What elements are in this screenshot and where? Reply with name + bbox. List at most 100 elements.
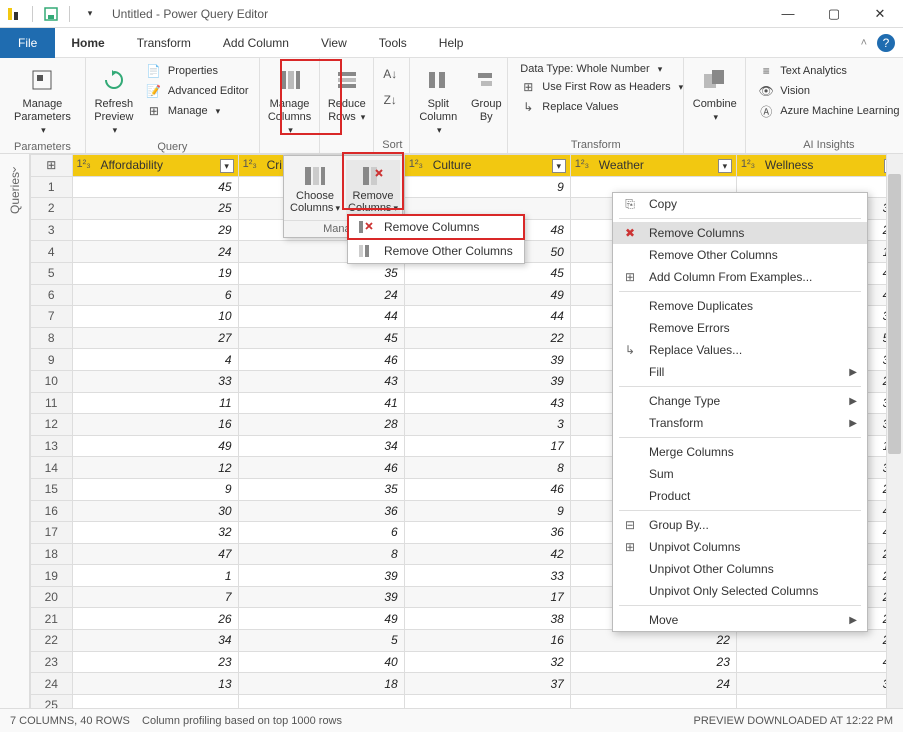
- cell[interactable]: 49: [404, 284, 570, 306]
- row-number[interactable]: 14: [31, 457, 73, 479]
- manage-columns-button[interactable]: Manage Columns ▾: [262, 62, 317, 139]
- split-column-button[interactable]: Split Column ▾: [418, 62, 458, 139]
- file-tab[interactable]: File: [0, 28, 55, 58]
- sort-desc-icon[interactable]: Z↓: [382, 88, 398, 112]
- col-filter-icon[interactable]: ▾: [552, 159, 566, 173]
- scrollbar[interactable]: [886, 154, 903, 708]
- close-button[interactable]: ✕: [857, 0, 903, 28]
- cell[interactable]: 49: [736, 651, 902, 673]
- col-weather[interactable]: 1²₃Weather▾: [570, 155, 736, 177]
- cm-group-by[interactable]: ⊟Group By...: [613, 514, 867, 536]
- cell[interactable]: 17: [404, 435, 570, 457]
- row-number[interactable]: 4: [31, 241, 73, 263]
- help-icon[interactable]: ?: [877, 34, 895, 52]
- row-number[interactable]: 15: [31, 478, 73, 500]
- cell[interactable]: 46: [404, 478, 570, 500]
- group-by-button[interactable]: Group By: [466, 62, 506, 126]
- cell[interactable]: 5: [238, 630, 404, 652]
- cell[interactable]: 36: [404, 522, 570, 544]
- row-number[interactable]: 25: [31, 694, 73, 708]
- row-number[interactable]: 6: [31, 284, 73, 306]
- cell[interactable]: 32: [404, 651, 570, 673]
- row-number[interactable]: 12: [31, 414, 73, 436]
- cell[interactable]: 11: [72, 392, 238, 414]
- cell[interactable]: 23: [72, 651, 238, 673]
- cell[interactable]: 17: [404, 586, 570, 608]
- cell[interactable]: 39: [736, 673, 902, 695]
- cm-move[interactable]: Move▶: [613, 609, 867, 631]
- cm-sum[interactable]: Sum: [613, 463, 867, 485]
- cell[interactable]: 44: [404, 306, 570, 328]
- col-wellness[interactable]: 1²₃Wellness▾: [736, 155, 902, 177]
- row-number[interactable]: 22: [31, 630, 73, 652]
- cell[interactable]: 8: [238, 543, 404, 565]
- row-number[interactable]: 2: [31, 198, 73, 220]
- cm-change-type[interactable]: Change Type▶: [613, 390, 867, 412]
- cell[interactable]: 32: [72, 522, 238, 544]
- tab-home[interactable]: Home: [55, 28, 120, 58]
- refresh-preview-button[interactable]: Refresh Preview ▾: [94, 62, 134, 139]
- row-number[interactable]: 5: [31, 262, 73, 284]
- cell[interactable]: 35: [238, 478, 404, 500]
- remove-other-columns-item[interactable]: Remove Other Columns: [348, 239, 524, 263]
- table-row[interactable]: 22345162223: [31, 630, 903, 652]
- cm-add-from-examples[interactable]: ⊞Add Column From Examples...: [613, 266, 867, 288]
- cell[interactable]: 39: [238, 565, 404, 587]
- cm-product[interactable]: Product: [613, 485, 867, 507]
- cell[interactable]: 45: [72, 176, 238, 198]
- row-number[interactable]: 16: [31, 500, 73, 522]
- col-affordability[interactable]: 1²₃Affordability▾: [72, 155, 238, 177]
- manage-query-button[interactable]: ⊞Manage ▾: [142, 102, 253, 120]
- properties-button[interactable]: 📄Properties: [142, 62, 253, 80]
- row-number[interactable]: 19: [31, 565, 73, 587]
- cell[interactable]: [238, 694, 404, 708]
- reduce-rows-button[interactable]: Reduce Rows ▾: [322, 62, 371, 126]
- tab-transform[interactable]: Transform: [121, 28, 207, 58]
- remove-columns-button[interactable]: Remove Columns▾: [346, 160, 400, 216]
- text-analytics-button[interactable]: ≡Text Analytics: [754, 62, 903, 80]
- cell[interactable]: 39: [404, 370, 570, 392]
- cell[interactable]: 24: [570, 673, 736, 695]
- cell[interactable]: 47: [72, 543, 238, 565]
- replace-values-button[interactable]: ↳Replace Values: [516, 98, 687, 116]
- row-number[interactable]: 7: [31, 306, 73, 328]
- cell[interactable]: 4: [72, 349, 238, 371]
- maximize-button[interactable]: ▢: [811, 0, 857, 28]
- sort-asc-icon[interactable]: A↓: [382, 62, 398, 86]
- collapse-ribbon-icon[interactable]: ˄: [861, 37, 867, 49]
- cell[interactable]: 49: [72, 435, 238, 457]
- cell[interactable]: 43: [238, 370, 404, 392]
- row-number[interactable]: 3: [31, 219, 73, 241]
- row-number[interactable]: 9: [31, 349, 73, 371]
- cell[interactable]: 41: [238, 392, 404, 414]
- cell[interactable]: 3: [404, 414, 570, 436]
- minimize-button[interactable]: ―: [765, 0, 811, 28]
- choose-columns-button[interactable]: Choose Columns▾: [288, 160, 342, 216]
- cell[interactable]: 34: [72, 630, 238, 652]
- cell[interactable]: 8: [404, 457, 570, 479]
- col-filter-icon[interactable]: ▾: [220, 159, 234, 173]
- cm-merge-columns[interactable]: Merge Columns: [613, 441, 867, 463]
- first-row-headers-button[interactable]: ⊞Use First Row as Headers ▾: [516, 78, 687, 96]
- row-number[interactable]: 10: [31, 370, 73, 392]
- cell[interactable]: 37: [404, 673, 570, 695]
- row-number[interactable]: 1: [31, 176, 73, 198]
- cell[interactable]: 25: [72, 198, 238, 220]
- save-icon[interactable]: [43, 6, 59, 22]
- tab-addcolumn[interactable]: Add Column: [207, 28, 305, 58]
- qat-dropdown[interactable]: ▾: [82, 6, 98, 22]
- scroll-thumb[interactable]: [888, 174, 901, 454]
- cell[interactable]: 29: [72, 219, 238, 241]
- cm-replace-values[interactable]: ↳Replace Values...: [613, 339, 867, 361]
- cell[interactable]: 30: [72, 500, 238, 522]
- table-row[interactable]: 25: [31, 694, 903, 708]
- cell[interactable]: 6: [72, 284, 238, 306]
- cm-fill[interactable]: Fill▶: [613, 361, 867, 383]
- cell[interactable]: 24: [72, 241, 238, 263]
- cell[interactable]: 7: [72, 586, 238, 608]
- cm-unpivot-selected[interactable]: Unpivot Only Selected Columns: [613, 580, 867, 602]
- cell[interactable]: 39: [238, 586, 404, 608]
- table-row[interactable]: 241318372439: [31, 673, 903, 695]
- cell[interactable]: 27: [72, 327, 238, 349]
- cell[interactable]: [72, 694, 238, 708]
